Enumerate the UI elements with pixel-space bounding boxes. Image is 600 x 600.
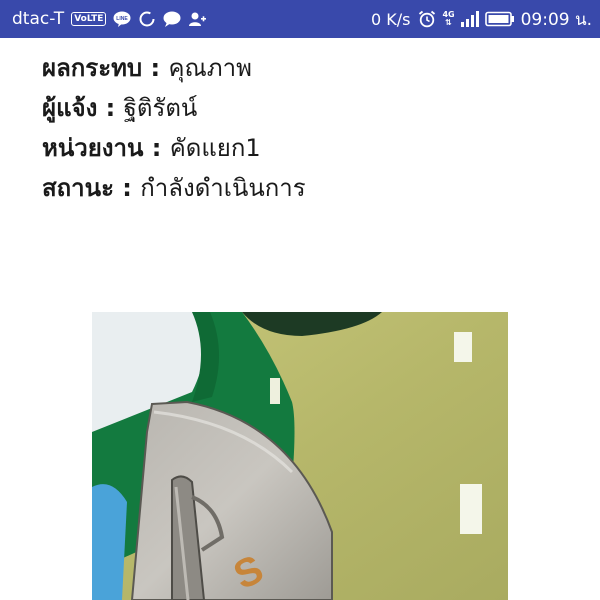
status-bar: dtac-T VoLTE LINE 0 K/s 4G ⇅ 09:09 น. <box>0 0 600 38</box>
network-speed: 0 K/s <box>370 9 411 29</box>
impact-label: ผลกระทบ <box>42 54 143 82</box>
status-bar-right: 0 K/s 4G ⇅ 09:09 น. <box>371 6 592 33</box>
status-label: สถานะ <box>42 174 114 202</box>
network-type-badge: 4G ⇅ <box>442 11 454 27</box>
department-label: หน่วยงาน <box>42 134 144 162</box>
status-bar-left: dtac-T VoLTE LINE <box>12 9 207 29</box>
status-separator: : <box>113 174 141 202</box>
reporter-label: ผู้แจ้ง <box>42 94 98 122</box>
impact-value: คุณภาพ <box>168 54 252 82</box>
battery-icon <box>484 11 515 27</box>
data-arrows-icon: ⇅ <box>445 18 452 27</box>
sync-icon <box>138 10 156 28</box>
status-value: กำลังดำเนินการ <box>140 174 306 202</box>
department-value: คัดแยก1 <box>169 134 261 162</box>
report-photo-image: S <box>92 312 508 600</box>
clock-time: 09:09 น. <box>520 9 592 30</box>
chat-bubble-icon <box>163 11 181 27</box>
report-details: ผลกระทบ : คุณภาพ ผู้แจ้ง : ฐิติรัตน์ หน่… <box>42 48 306 208</box>
reporter-value: ฐิติรัตน์ <box>123 94 198 122</box>
detail-row-reporter: ผู้แจ้ง : ฐิติรัตน์ <box>42 88 306 128</box>
alarm-clock-icon <box>418 10 436 28</box>
volte-icon: VoLTE <box>71 12 107 26</box>
department-separator: : <box>143 134 170 162</box>
report-photo[interactable]: S <box>92 312 508 600</box>
reporter-separator: : <box>97 94 124 122</box>
detail-row-status: สถานะ : กำลังดำเนินการ <box>42 168 306 208</box>
impact-separator: : <box>142 54 169 82</box>
add-contact-icon <box>188 10 207 28</box>
detail-row-department: หน่วยงาน : คัดแยก1 <box>42 128 306 168</box>
svg-text:LINE: LINE <box>117 16 129 22</box>
carrier-name: dtac-T <box>12 9 65 29</box>
line-app-icon: LINE <box>113 11 131 27</box>
detail-row-impact: ผลกระทบ : คุณภาพ <box>42 48 306 88</box>
signal-strength-icon <box>460 11 479 27</box>
